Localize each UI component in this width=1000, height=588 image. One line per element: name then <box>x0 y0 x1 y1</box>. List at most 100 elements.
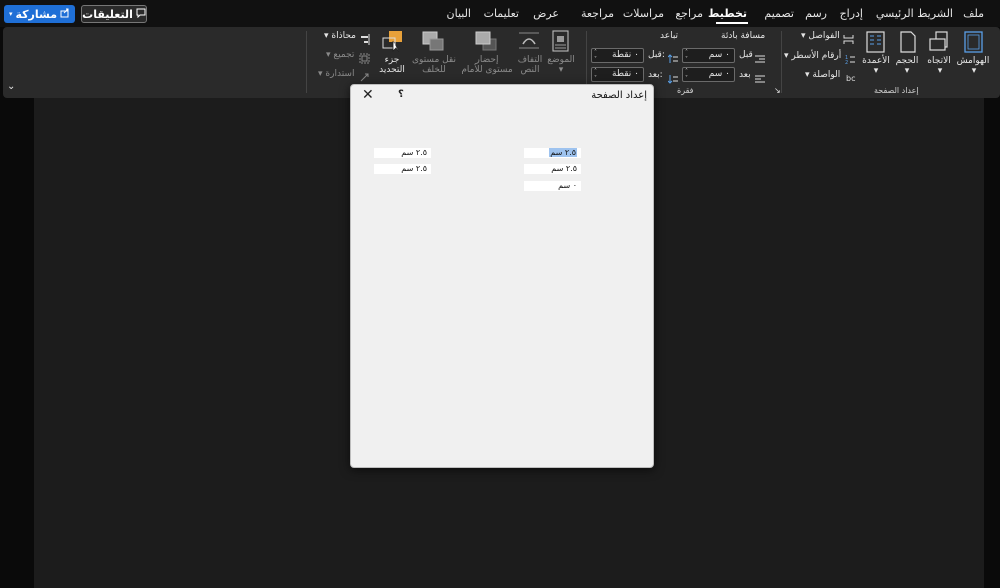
svg-text:2: 2 <box>845 60 848 65</box>
close-icon[interactable]: ✕ <box>362 87 374 103</box>
bottom-margin-field[interactable]: ٢.٥ سم <box>524 164 581 174</box>
indent-before-icon <box>755 49 765 68</box>
stepper-arrows-icon[interactable]: ˄ ˅ <box>594 49 597 63</box>
indent-after-label: بعد <box>739 70 751 80</box>
gutter-value: ٠ سم <box>558 181 577 190</box>
group-button[interactable]: ▾ تجميع <box>326 50 354 60</box>
columns-button[interactable]: الأعمدة <box>860 56 892 66</box>
tab-draw[interactable]: رسم <box>805 7 827 20</box>
help-icon[interactable]: ؟ <box>398 89 404 100</box>
stepper-arrows-icon[interactable]: ˄ ˅ <box>594 68 597 82</box>
document-margin-right <box>984 98 1000 588</box>
indent-after-value: ٠ سم <box>708 69 730 79</box>
chevron-down-icon: ▾ <box>801 31 806 41</box>
gutter-field[interactable]: ٠ سم <box>524 181 581 191</box>
spacing-after-label: بعد: <box>648 70 663 80</box>
margins-button[interactable]: الهوامش <box>956 56 990 66</box>
tab-view[interactable]: عرض <box>533 7 559 20</box>
breaks-button[interactable]: ▾ الفواصل <box>801 31 840 41</box>
line-numbers-icon: 12 <box>845 50 855 69</box>
indent-after-stepper[interactable]: ˄ ˅ ٠ سم <box>682 67 735 82</box>
spacing-after-stepper[interactable]: ˄ ˅ ٠ نقطة <box>591 67 644 82</box>
comment-icon <box>136 8 146 21</box>
wrap-text-icon[interactable] <box>518 30 540 56</box>
tab-help[interactable]: تعليمات <box>484 7 519 20</box>
hyphenation-label: الواصلة <box>812 70 841 80</box>
indent-title: مسافة بادئة <box>721 31 766 41</box>
breaks-icon <box>843 30 854 49</box>
breaks-label: الفواصل <box>808 31 840 41</box>
comments-button[interactable]: التعليقات <box>81 5 147 23</box>
tab-insert[interactable]: إدراج <box>840 7 863 20</box>
share-button-label: مشاركة <box>15 7 58 21</box>
tab-references[interactable]: مراجع <box>675 7 703 20</box>
orientation-button[interactable]: الاتجاه <box>924 56 954 66</box>
chevron-down-icon: ▾ <box>971 66 977 76</box>
tab-mailings[interactable]: مراسلات <box>623 7 664 20</box>
share-button[interactable]: ▾ مشاركة <box>4 5 75 23</box>
chevron-down-icon: ▾ <box>558 65 564 75</box>
send-backward-icon[interactable] <box>421 30 445 56</box>
ribbon-tab-bar: ▾ مشاركة التعليقات ملف الشريط الرئيسي إد… <box>0 0 1000 27</box>
stepper-arrows-icon[interactable]: ˄ ˅ <box>685 68 688 82</box>
right-margin-field[interactable]: ٢.٥ سم <box>374 164 431 174</box>
top-margin-field[interactable]: ٢.٥ سم <box>524 148 581 158</box>
wrap-text-button[interactable]: التفاف النص <box>515 55 545 75</box>
spacing-before-stepper[interactable]: ˄ ˅ ٠ نقطة <box>591 48 644 63</box>
spacing-title: تباعد <box>660 31 679 41</box>
send-backward-button[interactable]: نقل مستوى للخلف <box>409 55 459 75</box>
spacing-before-label: قبل: <box>648 50 665 60</box>
page-setup-dialog: إعداد الصفحة ؟ ✕ ٢.٥ سم ٢.٥ سم ٠ سم ٢.٥ … <box>350 84 654 468</box>
align-label: محاذاة <box>331 31 357 41</box>
chevron-down-icon: ▾ <box>873 66 879 76</box>
chevron-down-icon: ▾ <box>784 51 789 61</box>
tab-data[interactable]: البيان <box>447 7 471 20</box>
svg-text:bc: bc <box>846 74 855 83</box>
margins-icon[interactable] <box>963 31 985 57</box>
size-button[interactable]: الحجم <box>892 56 922 66</box>
share-icon <box>60 8 70 21</box>
selection-pane-icon[interactable] <box>381 30 405 56</box>
chevron-down-icon: ▾ <box>326 50 331 60</box>
document-margin-left <box>0 98 34 588</box>
group-icon <box>359 49 370 68</box>
columns-icon[interactable] <box>865 31 887 57</box>
left-margin-field[interactable]: ٢.٥ سم <box>374 148 431 158</box>
chevron-down-icon: ▾ <box>8 10 13 18</box>
position-button[interactable]: الموضع <box>545 55 577 65</box>
chevron-down-icon: ▾ <box>937 66 943 76</box>
paragraph-group-label: فقرة <box>677 86 694 95</box>
group-label: تجميع <box>333 50 355 60</box>
rotate-button[interactable]: ▾ استدارة <box>318 69 354 79</box>
tab-file[interactable]: ملف <box>963 7 984 20</box>
hyphenation-button[interactable]: ▾ الواصلة <box>805 70 840 80</box>
collapse-ribbon-icon[interactable]: ⌄ <box>7 81 15 92</box>
ribbon-separator <box>306 31 307 93</box>
comments-button-label: التعليقات <box>82 7 133 21</box>
tab-review[interactable]: مراجعة <box>581 7 614 20</box>
word-window: ▾ مشاركة التعليقات ملف الشريط الرئيسي إد… <box>0 0 1000 588</box>
left-margin-value: ٢.٥ سم <box>401 148 427 157</box>
stepper-arrows-icon[interactable]: ˄ ˅ <box>685 49 688 63</box>
indent-after-icon <box>755 69 765 88</box>
position-icon[interactable] <box>551 30 571 56</box>
bring-forward-icon[interactable] <box>474 30 498 56</box>
selection-pane-button[interactable]: جزء التحديد <box>376 55 408 75</box>
tab-layout[interactable]: تخطيط <box>708 7 747 20</box>
align-button[interactable]: ▾ محاذاة <box>324 31 356 41</box>
align-icon <box>359 30 370 49</box>
right-margin-value: ٢.٥ سم <box>401 164 427 173</box>
dialog-launcher-icon[interactable]: ↘ <box>774 86 781 95</box>
hyphenation-icon: bc <box>846 68 857 87</box>
orientation-icon[interactable] <box>928 31 950 57</box>
top-margin-value: ٢.٥ سم <box>549 148 577 157</box>
size-icon[interactable] <box>897 31 919 57</box>
indent-before-stepper[interactable]: ˄ ˅ ٠ سم <box>682 48 735 63</box>
tab-home[interactable]: الشريط الرئيسي <box>876 7 953 20</box>
chevron-down-icon: ▾ <box>318 69 323 79</box>
tab-design[interactable]: تصميم <box>764 7 794 20</box>
bring-forward-button[interactable]: إحضار مستوى للأمام <box>461 55 513 75</box>
line-numbers-button[interactable]: ▾ أرقام الأسطر <box>784 51 841 61</box>
indent-before-label: قبل <box>739 50 753 60</box>
spacing-before-icon <box>667 49 678 68</box>
